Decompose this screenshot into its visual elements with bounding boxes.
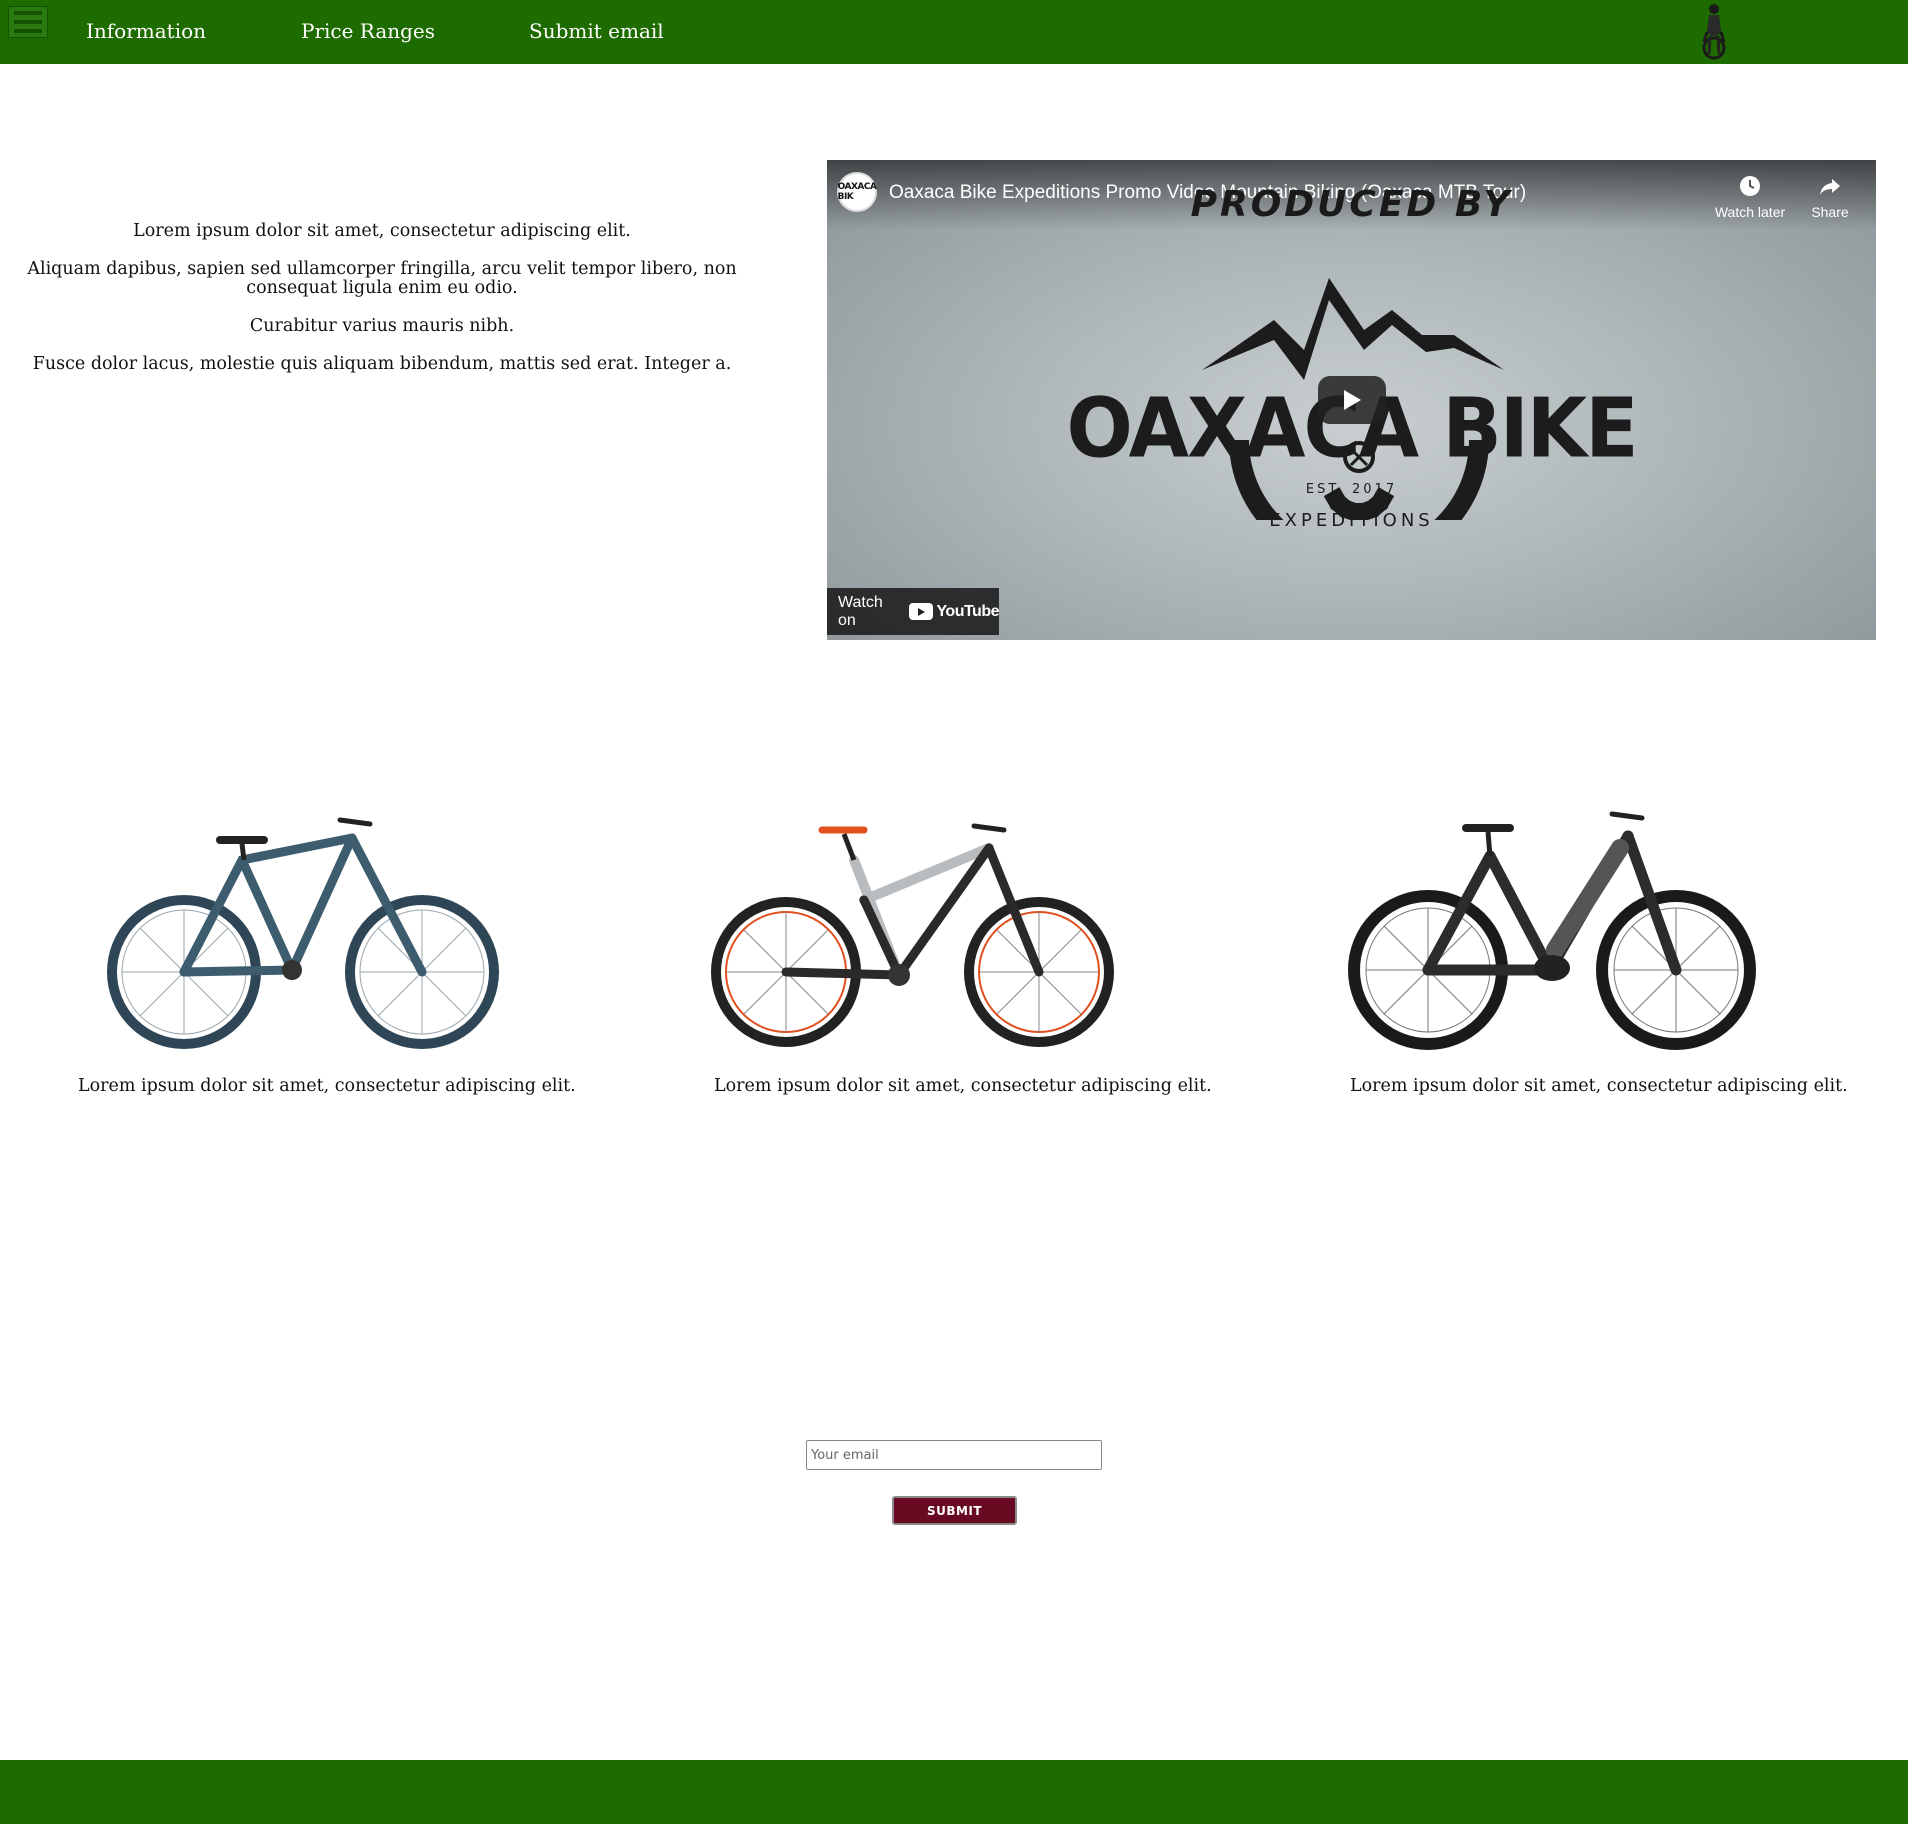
bike-caption: Lorem ipsum dolor sit amet, consectetur … [1350,1076,1848,1096]
email-input[interactable] [806,1440,1102,1470]
watch-on-youtube-button[interactable]: Watch on YouTube [827,588,999,635]
intro-paragraph: Lorem ipsum dolor sit amet, consectetur … [133,221,631,241]
bike-caption: Lorem ipsum dolor sit amet, consectetur … [78,1076,576,1096]
youtube-label: YouTube [936,602,999,620]
top-navbar: Information Price Ranges Submit email [0,0,1908,64]
mountain-biker-icon [1702,4,1726,60]
thumbnail-expeditions: EXPEDITIONS [1269,510,1434,531]
intro-paragraph: Aliquam dapibus, sapien sed ullamcorper … [27,259,737,298]
youtube-logo-icon: YouTube [909,603,999,621]
bike-icon [107,817,499,1049]
thumbnail-est-year: EST. 2017 [1305,482,1398,497]
bike-image-hardtail [92,800,512,1050]
nav-link-information[interactable]: Information [86,19,206,43]
bike-image-full-suspension [704,800,1124,1050]
nav-link-submit-email[interactable]: Submit email [529,19,664,43]
play-button[interactable] [1318,376,1386,424]
watch-on-label: Watch on [838,593,883,629]
thumbnail-produced-by: PRODUCED BY [1190,184,1513,225]
footer [0,1760,1908,1824]
bike-caption: Lorem ipsum dolor sit amet, consectetur … [714,1076,1212,1096]
intro-paragraph: Fusce dolor lacus, molestie quis aliquam… [32,354,732,374]
submit-button[interactable]: SUBMIT [892,1496,1017,1525]
hamburger-menu-icon[interactable] [8,6,48,38]
bike-icon [711,823,1114,1047]
youtube-video-embed[interactable]: OAXACA BIK Oaxaca Bike Expeditions Promo… [827,160,1876,640]
intro-paragraph: Curabitur varius mauris nibh. [249,316,515,336]
bike-icon [1348,811,1756,1050]
intro-text-block: Lorem ipsum dolor sit amet, consectetur … [0,222,764,393]
play-icon [1344,390,1361,410]
nav-link-price-ranges[interactable]: Price Ranges [301,19,435,43]
bike-image-e-bike [1340,800,1760,1050]
